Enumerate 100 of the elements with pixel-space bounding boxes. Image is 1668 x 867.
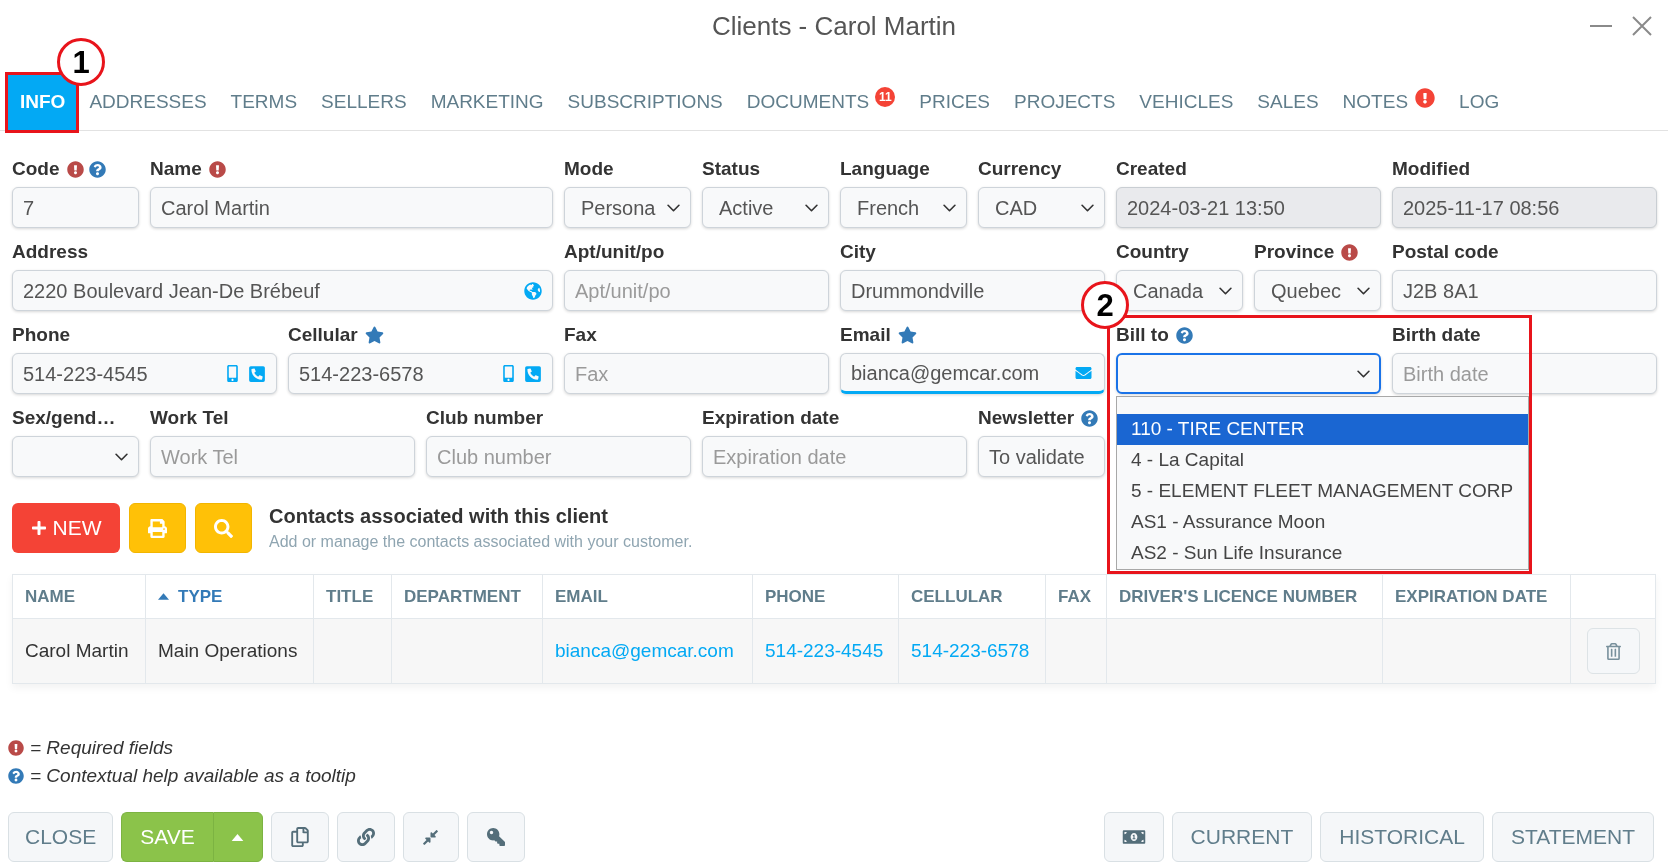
input-field[interactable]: Work Tel	[150, 436, 415, 477]
report-button[interactable]: HISTORICAL	[1320, 812, 1484, 862]
field-label: Created	[1116, 156, 1187, 181]
help-icon[interactable]	[1175, 326, 1193, 344]
save-options-button[interactable]	[212, 812, 263, 862]
chevron-down-icon	[115, 452, 128, 461]
field-label: Club number	[426, 405, 544, 430]
close-icon[interactable]	[1632, 16, 1652, 36]
select-field[interactable]: Quebec	[1254, 270, 1381, 311]
delete-button[interactable]	[1586, 628, 1640, 674]
chevron-down-icon	[805, 203, 818, 212]
table-link[interactable]: bianca@gemcar.com	[555, 636, 734, 666]
tab[interactable]: INFO	[8, 74, 78, 130]
phone-icon[interactable]	[248, 364, 266, 383]
step-marker: 2	[1081, 281, 1129, 329]
field-label: Address	[12, 239, 89, 264]
tab[interactable]: PRICES	[907, 74, 1002, 130]
mobile-phone-icon[interactable]	[227, 365, 238, 382]
input-field[interactable]: J2B 8A1	[1392, 270, 1657, 311]
input-field[interactable]: 7	[12, 187, 139, 228]
globe-icon[interactable]	[524, 281, 542, 300]
print-icon	[148, 518, 167, 538]
help-icon[interactable]	[88, 160, 106, 178]
help-icon	[8, 768, 24, 784]
key-button[interactable]	[466, 812, 525, 862]
report-button[interactable]: STATEMENT	[1491, 812, 1654, 862]
field-label: Newsletter	[978, 405, 1075, 430]
input-field[interactable]: Carol Martin	[150, 187, 553, 228]
phone-icon[interactable]	[524, 364, 542, 383]
select-field[interactable]: Active	[702, 187, 829, 228]
column-header[interactable]: NAME	[13, 575, 146, 618]
input-field[interactable]: To validate	[978, 436, 1105, 477]
column-header[interactable]: PHONE	[753, 575, 899, 618]
print-button[interactable]	[129, 503, 186, 553]
tab[interactable]: TERMS	[218, 74, 310, 130]
column-header[interactable]: DEPARTMENT	[392, 575, 543, 618]
report-button[interactable]: CURRENT	[1171, 812, 1313, 862]
tab[interactable]: VEHICLES	[1127, 74, 1246, 130]
address-field[interactable]: 2220 Boulevard Jean-De Brébeuf	[12, 270, 553, 311]
dropdown-option[interactable]: 110 - TIRE CENTER	[1117, 414, 1528, 445]
select-field[interactable]: Persona	[564, 187, 691, 228]
copy-button[interactable]	[270, 812, 329, 862]
table-cell: Carol Martin	[13, 619, 146, 683]
chevron-down-icon	[1081, 203, 1094, 212]
tab[interactable]: LOG	[1447, 74, 1512, 130]
field-label: Expiration date	[702, 405, 840, 430]
readonly-field: 2024-03-21 13:50	[1116, 187, 1381, 228]
field-label: Province	[1254, 239, 1335, 264]
field-label: Phone	[12, 322, 71, 347]
search-button[interactable]	[195, 503, 252, 553]
input-field[interactable]: Apt/unit/po	[564, 270, 829, 311]
field-label: Code	[12, 156, 60, 181]
phone-field[interactable]: 514-223-4545	[12, 353, 277, 394]
link-button[interactable]	[336, 812, 395, 862]
tab[interactable]: SALES	[1245, 74, 1331, 130]
field-label: Country	[1116, 239, 1189, 264]
close-button[interactable]: CLOSE	[8, 812, 114, 862]
legend-text: = Required fields	[30, 735, 174, 760]
input-field[interactable]: Club number	[426, 436, 691, 477]
field-label: Sex/gend…	[12, 405, 116, 430]
tab[interactable]: MARKETING	[418, 74, 556, 130]
chevron-down-icon	[667, 203, 680, 212]
tab[interactable]: SUBSCRIPTIONS	[555, 74, 735, 130]
tab[interactable]: PROJECTS	[1002, 74, 1128, 130]
envelope-icon[interactable]	[1073, 364, 1094, 381]
select-field[interactable]: CAD	[978, 187, 1105, 228]
column-header[interactable]: TYPE	[146, 575, 314, 618]
email-field[interactable]: bianca@gemcar.com	[840, 353, 1105, 394]
column-header[interactable]: EXPIRATION DATE	[1383, 575, 1571, 618]
field-label: Cellular	[288, 322, 358, 347]
select-field[interactable]: Canada	[1116, 270, 1243, 311]
mobile-phone-icon[interactable]	[503, 365, 514, 382]
help-icon[interactable]	[1081, 409, 1099, 427]
tab[interactable]: DOCUMENTS 11	[734, 74, 908, 130]
column-header[interactable]: DRIVER'S LICENCE NUMBER	[1107, 575, 1383, 618]
table-link[interactable]: 514-223-6578	[911, 636, 1030, 666]
table-cell: Main Operations	[146, 619, 314, 683]
select-field[interactable]	[1116, 353, 1381, 394]
collapse-button[interactable]	[402, 812, 459, 862]
input-field[interactable]: Birth date	[1392, 353, 1657, 394]
money-button[interactable]	[1103, 812, 1164, 862]
select-field[interactable]: French	[840, 187, 967, 228]
section-title: Contacts associated with this client	[269, 504, 609, 529]
phone-field[interactable]: 514-223-6578	[288, 353, 553, 394]
column-header[interactable]: EMAIL	[543, 575, 753, 618]
tab[interactable]: NOTES	[1330, 74, 1448, 130]
table-link[interactable]: 514-223-4545	[765, 636, 884, 666]
field-label: Mode	[564, 156, 614, 181]
new-button[interactable]: NEW	[12, 503, 120, 553]
chevron-down-icon	[1219, 286, 1232, 295]
chevron-down-icon	[1357, 369, 1370, 378]
input-field[interactable]: Expiration date	[702, 436, 967, 477]
key-icon	[486, 828, 505, 846]
input-field[interactable]: Fax	[564, 353, 829, 394]
tab[interactable]: SELLERS	[309, 74, 419, 130]
field-label: Work Tel	[150, 405, 229, 430]
field-label: Fax	[564, 322, 597, 347]
compress-arrows-icon	[422, 828, 440, 846]
column-header[interactable]: CELLULAR	[899, 575, 1046, 618]
column-header[interactable]: FAX	[1046, 575, 1107, 618]
